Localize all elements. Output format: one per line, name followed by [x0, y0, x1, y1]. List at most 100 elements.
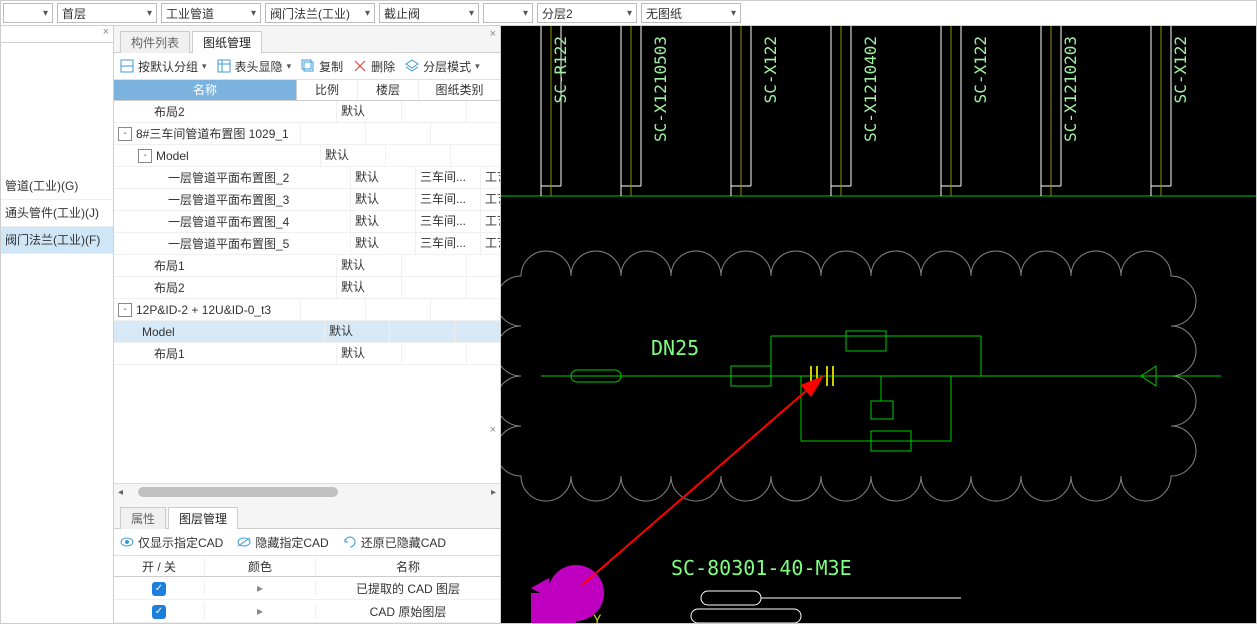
tree-row[interactable]: Model默认 [114, 321, 500, 343]
svg-text:Y: Y [593, 613, 602, 623]
eye-off-icon [237, 535, 251, 549]
cad-canvas[interactable]: SC-R122SC-X1210503SC-X122SC-X1210402SC-X… [501, 26, 1256, 623]
tablehead-button[interactable]: 表头显隐▾ [217, 58, 292, 75]
dropdown-0[interactable]: ▾ [3, 3, 53, 23]
group-button[interactable]: 按默认分组▾ [120, 58, 207, 75]
sidebar-item-valve-flange[interactable]: 阀门法兰(工业)(F) [1, 227, 113, 254]
col-name[interactable]: 名称 [114, 80, 297, 100]
mid-toolbar: 按默认分组▾ 表头显隐▾ 复制 删除 分层模式▾ [114, 53, 500, 80]
scroll-right-icon[interactable]: ▸ [491, 487, 496, 498]
dropdown-pipe[interactable]: 工业管道▾ [161, 3, 261, 23]
layermode-button[interactable]: 分层模式▾ [405, 58, 480, 75]
panel-close-icon[interactable]: × [490, 28, 496, 40]
tree-cell-floor [402, 343, 467, 364]
dropdown-floor[interactable]: 首层▾ [57, 3, 157, 23]
tree-cell-cat [431, 123, 500, 144]
tree-row[interactable]: -8#三车间管道布置图 1029_1 [114, 123, 500, 145]
tree-row[interactable]: 一层管道平面布置图_2默认三车间...工艺管道_2 [114, 167, 500, 189]
dropdown-layer[interactable]: 分层2▾ [537, 3, 637, 23]
col-cat[interactable]: 图纸类别 [419, 80, 500, 100]
color-expand-icon[interactable]: ▸ [205, 581, 316, 595]
cad-col-name[interactable]: 名称 [316, 558, 500, 575]
tree-row[interactable]: -Model默认 [114, 145, 500, 167]
horizontal-scrollbar[interactable]: ◂ ▸ [114, 483, 500, 500]
delete-icon [353, 59, 367, 73]
tree-row[interactable]: 一层管道平面布置图_3默认三车间...工艺管道_2 [114, 189, 500, 211]
tab-properties[interactable]: 属性 [120, 507, 166, 529]
color-expand-icon[interactable]: ▸ [205, 604, 316, 618]
sidebar-item-pipe[interactable]: 管道(工业)(G) [1, 173, 113, 200]
eye-icon [120, 535, 134, 549]
copy-button[interactable]: 复制 [301, 58, 343, 75]
cad-toolbar: 仅显示指定CAD 隐藏指定CAD 还原已隐藏CAD [114, 529, 500, 556]
vertical-pipe-label: SC-X1210503 [651, 36, 670, 142]
scroll-thumb[interactable] [138, 487, 338, 497]
tree-cell-cat [467, 277, 500, 298]
chevron-down-icon: ▾ [731, 8, 736, 19]
vertical-pipe-label: SC-X1210402 [861, 36, 880, 142]
tree-row[interactable]: 布局1默认 [114, 255, 500, 277]
expander-icon[interactable]: - [118, 127, 132, 141]
tree-row[interactable]: 一层管道平面布置图_4默认三车间...工艺管道_2 [114, 211, 500, 233]
tree-cell-scale: 默认 [351, 189, 416, 210]
tab-component-list[interactable]: 构件列表 [120, 31, 190, 53]
cad-row-name: CAD 原始图层 [316, 603, 500, 620]
tree-cell-name: 一层管道平面布置图_3 [168, 191, 289, 208]
tree-cell-cat [431, 299, 500, 320]
tab-layer-manage[interactable]: 图层管理 [168, 507, 238, 529]
tree-cell-name: 布局2 [154, 103, 185, 120]
tree-cell-scale: 默认 [325, 321, 390, 342]
col-floor[interactable]: 楼层 [358, 80, 419, 100]
left-close-icon[interactable]: × [1, 26, 113, 43]
tab-drawing-manage[interactable]: 图纸管理 [192, 31, 262, 53]
tree-cell-name: Model [156, 149, 189, 163]
dropdown-valve-type[interactable]: 阀门法兰(工业)▾ [265, 3, 375, 23]
cad-col-color[interactable]: 颜色 [205, 558, 316, 575]
dropdown-drawing[interactable]: 无图纸▾ [641, 3, 741, 23]
table-icon [217, 59, 231, 73]
tree-cell-floor [386, 145, 451, 166]
tree-cell-cat [467, 343, 500, 364]
tree-cell-name: 布局2 [154, 279, 185, 296]
col-scale[interactable]: 比例 [297, 80, 358, 100]
chevron-down-icon: ▾ [523, 8, 528, 19]
tree-header: 名称 比例 楼层 图纸类别 [114, 80, 500, 101]
tree-body[interactable]: 布局2默认-8#三车间管道布置图 1029_1-Model默认一层管道平面布置图… [114, 101, 500, 483]
lower-close-icon[interactable]: × [490, 424, 496, 436]
cad-row[interactable]: ✓ ▸CAD 原始图层 [114, 600, 500, 623]
tree-row[interactable]: 布局2默认 [114, 101, 500, 123]
tree-cell-cat [451, 145, 500, 166]
dropdown-stop-valve[interactable]: 截止阀▾ [379, 3, 479, 23]
tree-cell-cat: 工艺管道_2 [481, 211, 500, 232]
scroll-left-icon[interactable]: ◂ [118, 487, 123, 498]
sidebar-item-fitting[interactable]: 通头管件(工业)(J) [1, 200, 113, 227]
tree-row[interactable]: 布局1默认 [114, 343, 500, 365]
tree-cell-floor: 三车间... [416, 211, 481, 232]
tree-row[interactable]: 布局2默认 [114, 277, 500, 299]
delete-button[interactable]: 删除 [353, 58, 395, 75]
tree-cell-floor [390, 321, 455, 342]
cad-col-onoff[interactable]: 开 / 关 [114, 558, 205, 575]
tree-cell-name: 一层管道平面布置图_2 [168, 169, 289, 186]
tree-cell-cat [467, 255, 500, 276]
expander-icon[interactable]: - [118, 303, 132, 317]
tree-cell-scale: 默认 [351, 211, 416, 232]
chevron-down-icon: ▾ [43, 8, 48, 19]
tree-row[interactable]: 一层管道平面布置图_5默认三车间...工艺管道_2 [114, 233, 500, 255]
expander-icon[interactable]: - [138, 149, 152, 163]
tree-cell-name: 布局1 [154, 257, 185, 274]
tree-cell-floor [402, 277, 467, 298]
checkbox[interactable]: ✓ [152, 582, 166, 596]
show-only-cad-button[interactable]: 仅显示指定CAD [120, 534, 223, 551]
dropdown-5[interactable]: ▾ [483, 3, 533, 23]
tree-cell-cat: 工艺管道_2 [481, 233, 500, 254]
restore-cad-button[interactable]: 还原已隐藏CAD [343, 534, 446, 551]
cad-row[interactable]: ✓▸已提取的 CAD 图层 [114, 577, 500, 600]
pipe-id-label: SC-80301-40-M3E [671, 556, 852, 580]
checkbox[interactable]: ✓ [152, 605, 166, 619]
chevron-down-icon: ▾ [469, 8, 474, 19]
hide-cad-button[interactable]: 隐藏指定CAD [237, 534, 328, 551]
tree-table: 名称 比例 楼层 图纸类别 布局2默认-8#三车间管道布置图 1029_1-Mo… [114, 80, 500, 500]
tree-row[interactable]: -12P&ID-2 + 12U&ID-0_t3 [114, 299, 500, 321]
tree-cell-name: 一层管道平面布置图_5 [168, 235, 289, 252]
